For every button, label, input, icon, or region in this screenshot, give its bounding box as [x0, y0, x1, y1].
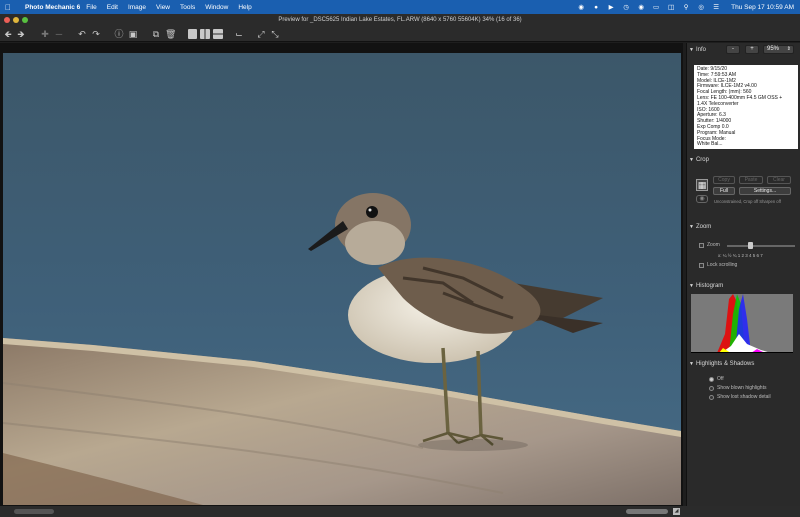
info-title: Info [695, 47, 706, 53]
zoom-window-button[interactable] [22, 17, 28, 23]
toolbar: 🡸 🡺 ✚ ─ ↶ ↷ ⓘ ▣ ⧉ 🗑 ⌙ ⤢ ⤡ [0, 26, 800, 42]
lock-scrolling-checkbox[interactable] [699, 263, 704, 268]
info-line: White Bal... [697, 141, 723, 148]
time-machine-icon[interactable]: ◷ [622, 4, 630, 11]
highlights-off-label: Off [717, 376, 724, 382]
zoom-checkbox[interactable] [699, 243, 704, 248]
info-metadata-box: Date: 9/15/20 Time: 7:59:53 AM Model: ILCE… [694, 65, 798, 149]
highlights-off-radio[interactable] [709, 377, 714, 382]
minimize-window-button[interactable] [13, 17, 19, 23]
screen-mirror-icon[interactable]: ◫ [667, 4, 675, 11]
remove-icon[interactable]: ─ [54, 29, 64, 39]
side-by-side-view-icon[interactable] [200, 29, 210, 39]
drop-icon[interactable]: ● [592, 4, 600, 11]
trash-icon[interactable]: 🗑 [165, 29, 176, 39]
image-viewer[interactable] [0, 43, 683, 506]
crop-title: Crop [695, 157, 709, 163]
copy-icon[interactable]: ⧉ [151, 29, 161, 39]
zoom-scale-labels: x: ¼ ½ ¾ 1 2 3 4 5 6 7 [718, 253, 763, 258]
crop-clear-button[interactable]: Clear [767, 176, 791, 184]
lock-scrolling-label: Lock scrolling [707, 262, 738, 268]
single-view-icon[interactable] [188, 29, 197, 39]
window-title: Preview for _DSC5625 Indian Lake Estates… [278, 17, 522, 23]
close-window-button[interactable] [4, 17, 10, 23]
preview-photo[interactable] [3, 53, 681, 505]
zoom-out-button[interactable]: - [726, 45, 740, 54]
resize-grip-icon[interactable]: ◢ [673, 508, 680, 515]
zoom-checkbox-label: Zoom [707, 242, 720, 248]
info-section-header[interactable]: ▼ Info [689, 47, 706, 53]
histogram-title: Histogram [695, 283, 724, 289]
show-blown-highlights-radio[interactable] [709, 386, 714, 391]
eye-icon[interactable]: ◉ [696, 195, 708, 203]
info-icon[interactable]: ⓘ [114, 29, 124, 39]
show-blown-highlights-label: Show blown highlights [717, 385, 767, 391]
show-lost-shadow-radio[interactable] [709, 395, 714, 400]
control-center-icon[interactable]: ☰ [712, 4, 720, 11]
menu-help[interactable]: Help [238, 4, 251, 11]
creative-cloud-icon[interactable]: ◉ [577, 4, 585, 11]
horizontal-scrollbar[interactable] [626, 509, 668, 514]
highlights-section-header[interactable]: ▼ Highlights & Shadows [689, 361, 754, 367]
app-menu[interactable]: Photo Mechanic 6 [25, 4, 80, 11]
menu-view[interactable]: View [156, 4, 170, 11]
crop-status-text: Unconstrained, Crop off Sharpen off [714, 199, 781, 204]
next-arrow-icon[interactable]: 🡺 [16, 29, 26, 39]
zoom-slider-knob[interactable] [747, 242, 753, 249]
rotate-right-icon[interactable]: ↷ [91, 29, 101, 39]
status-area: ◉ ● ▶ ◷ ◉ ▭ ◫ ⚲ ◎ ☰ Thu Sep 17 10:59 AM [577, 0, 794, 14]
crop-section-header[interactable]: ▼ Crop [689, 157, 709, 163]
crop-paste-button[interactable]: Paste [739, 176, 763, 184]
play-icon[interactable]: ▶ [607, 4, 615, 11]
zoom-section-header[interactable]: ▼ Zoom [689, 224, 711, 230]
highlights-title: Highlights & Shadows [695, 361, 755, 367]
menu-window[interactable]: Window [205, 4, 228, 11]
stepper-arrows-icon: ⇕ [786, 46, 791, 52]
zoom-in-button[interactable]: + [745, 45, 759, 54]
zoom-level-select[interactable]: 95% ⇕ [763, 45, 794, 54]
battery-icon[interactable]: ▭ [652, 4, 660, 11]
bottom-bar: ◢ [0, 506, 800, 517]
zoom-title: Zoom [695, 224, 712, 230]
disclosure-triangle-icon: ▼ [689, 47, 694, 53]
add-icon[interactable]: ✚ [40, 29, 50, 39]
disclosure-triangle-icon: ▼ [689, 224, 694, 230]
menu-file[interactable]: File [86, 4, 96, 11]
side-panel: ▼ Info - + 95% ⇕ Date: 9/15/20 Time: 7:59:… [686, 43, 800, 506]
fit-screen-icon[interactable]: ⤢ [256, 29, 266, 39]
menu-edit[interactable]: Edit [107, 4, 118, 11]
histogram-section-header[interactable]: ▼ Histogram [689, 283, 723, 289]
crop-settings-button[interactable]: Settings... [739, 187, 791, 195]
filmstrip-scrollbar[interactable] [14, 509, 54, 514]
zoom-level-value: 95% [767, 46, 780, 52]
crop-full-button[interactable]: Full [713, 187, 735, 195]
rotate-left-icon[interactable]: ↶ [77, 29, 87, 39]
macos-menubar:  Photo Mechanic 6 File Edit Image View … [0, 0, 800, 14]
show-lost-shadow-label: Show lost shadow detail [717, 394, 771, 400]
disclosure-triangle-icon: ▼ [689, 361, 694, 367]
stacked-view-icon[interactable] [213, 29, 223, 39]
disclosure-triangle-icon: ▼ [689, 283, 694, 289]
edit-image-icon[interactable]: ▣ [128, 29, 138, 39]
search-icon[interactable]: ⚲ [682, 4, 690, 11]
fullscreen-icon[interactable]: ⤡ [270, 29, 280, 39]
menu-image[interactable]: Image [128, 4, 146, 11]
apple-icon[interactable]:  [5, 3, 17, 12]
crop-tool-icon[interactable]: ▦ [696, 179, 708, 191]
previous-arrow-icon[interactable]: 🡸 [3, 29, 13, 39]
crop-corner-icon[interactable]: ⌙ [234, 29, 244, 39]
siri-icon[interactable]: ◎ [697, 4, 705, 11]
histogram-graph [691, 294, 793, 353]
menu-tools[interactable]: Tools [180, 4, 195, 11]
disclosure-triangle-icon: ▼ [689, 157, 694, 163]
crop-copy-button[interactable]: Copy [713, 176, 735, 184]
wifi-icon[interactable]: ◉ [637, 4, 645, 11]
menubar-clock[interactable]: Thu Sep 17 10:59 AM [731, 4, 794, 11]
window-titlebar: Preview for _DSC5625 Indian Lake Estates… [0, 14, 800, 26]
zoom-slider[interactable] [727, 242, 795, 249]
